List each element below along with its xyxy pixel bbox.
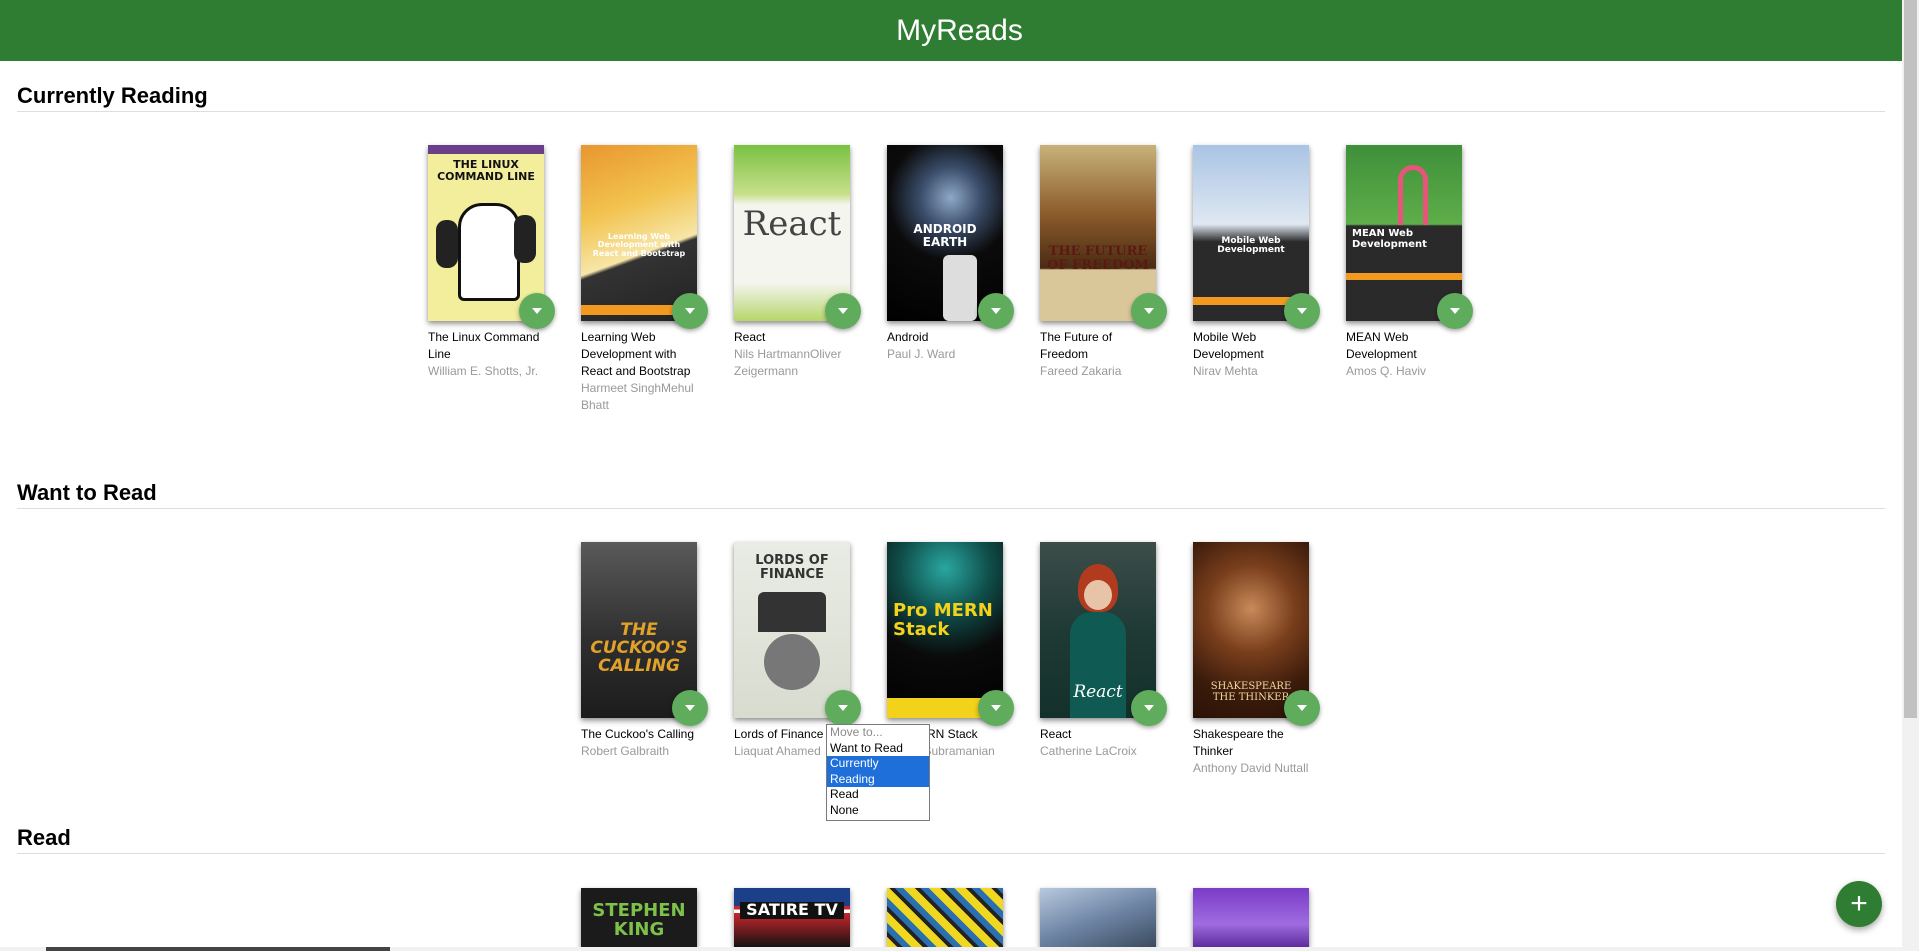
book-item: MEAN Web Development MEAN Web Developmen… [1346, 145, 1473, 380]
horizontal-scrollbar-thumb[interactable] [46, 947, 390, 951]
shelf-changer-button[interactable] [1437, 293, 1473, 329]
shelf-divider [17, 853, 1885, 854]
shelf-divider [17, 111, 1885, 112]
book-authors: Fareed Zakaria [1040, 364, 1122, 378]
book-authors: Nils HartmannOliver Zeigermann [734, 347, 842, 378]
book-cover[interactable] [1193, 888, 1309, 948]
book-item: Learning Web Development with React and … [581, 145, 708, 414]
book-authors: William E. Shotts, Jr. [428, 364, 539, 378]
book-title: Shakespeare the Thinker [1193, 727, 1284, 758]
shelf-title-currently-reading: Currently Reading [17, 83, 208, 108]
book-item: SHAKESPEARE THE THINKER Shakespeare the … [1193, 542, 1320, 777]
shelf-title-read: Read [17, 825, 71, 850]
book-cover[interactable]: Pro MERN Stack [887, 542, 1003, 718]
book-item: Mobile Web Development Mobile Web Develo… [1193, 145, 1320, 380]
book-cover[interactable]: THE FUTURE OF FREEDOM [1040, 145, 1156, 321]
book-item: React React Catherine LaCroix [1040, 542, 1167, 760]
shelf-changer-button[interactable] [672, 293, 708, 329]
shelf-title-want-to-read: Want to Read [17, 480, 157, 505]
menu-option-want-to-read[interactable]: Want to Read [827, 741, 929, 757]
book-cover[interactable]: Learning Web Development with React and … [581, 145, 697, 321]
book-item: SATIRE TV [734, 888, 854, 948]
book-item [1193, 888, 1313, 948]
shelf-changer-menu[interactable]: Move to... Want to Read Currently Readin… [826, 724, 930, 821]
book-title: Learning Web Development with React and … [581, 330, 691, 378]
book-cover[interactable] [887, 888, 1003, 948]
add-book-button[interactable]: + [1836, 881, 1882, 927]
book-cover[interactable]: ANDROID EARTH [887, 145, 1003, 321]
shelf-changer-button[interactable] [672, 690, 708, 726]
book-cover[interactable]: SATIRE TV [734, 888, 850, 948]
shelf-changer-button[interactable] [1131, 690, 1167, 726]
shelf-changer-button[interactable] [1284, 690, 1320, 726]
book-item [1040, 888, 1160, 948]
app-title: MyReads [896, 14, 1023, 47]
book-cover[interactable]: React [734, 145, 850, 321]
shelf-changer-button[interactable] [1131, 293, 1167, 329]
book-item: THE FUTURE OF FREEDOM The Future of Free… [1040, 145, 1167, 380]
menu-option-currently-reading[interactable]: Currently Reading [827, 756, 929, 787]
book-item: React React Nils HartmannOliver Zeigerma… [734, 145, 861, 380]
book-item: THE LINUX COMMAND LINE The Linux Command… [428, 145, 555, 380]
vertical-scrollbar-thumb[interactable] [1904, 0, 1917, 718]
book-cover[interactable]: STEPHEN KING [581, 888, 697, 948]
book-title: The Linux Command Line [428, 330, 540, 361]
book-title: The Cuckoo's Calling [581, 727, 695, 741]
book-authors: Amos Q. Haviv [1346, 364, 1427, 378]
app-header: MyReads [0, 0, 1919, 61]
book-cover[interactable]: React [1040, 542, 1156, 718]
book-authors: Paul J. Ward [887, 347, 956, 361]
book-cover[interactable]: THE CUCKOO'S CALLING [581, 542, 697, 718]
book-cover[interactable] [1040, 888, 1156, 948]
book-title: The Future of Freedom [1040, 330, 1113, 361]
book-cover[interactable]: MEAN Web Development [1346, 145, 1462, 321]
shelf-changer-button[interactable] [825, 293, 861, 329]
menu-option-none[interactable]: None [827, 803, 929, 819]
book-authors: Catherine LaCroix [1040, 744, 1137, 758]
horizontal-scrollbar[interactable] [0, 947, 1902, 951]
shelf-changer-button[interactable] [978, 690, 1014, 726]
book-cover[interactable]: Mobile Web Development [1193, 145, 1309, 321]
book-authors: Anthony David Nuttall [1193, 761, 1309, 775]
book-cover[interactable]: SHAKESPEARE THE THINKER [1193, 542, 1309, 718]
menu-option-read[interactable]: Read [827, 787, 929, 803]
shelf-changer-button[interactable] [1284, 293, 1320, 329]
book-title: MEAN Web Development [1346, 330, 1417, 361]
book-cover[interactable]: THE LINUX COMMAND LINE [428, 145, 544, 321]
book-title: React [1040, 727, 1072, 741]
shelf-changer-button[interactable] [978, 293, 1014, 329]
book-authors: Nirav Mehta [1193, 364, 1258, 378]
book-item: STEPHEN KING [581, 888, 701, 948]
shelf-changer-button[interactable] [519, 293, 555, 329]
book-item [887, 888, 1007, 948]
shelf-changer-button[interactable] [825, 690, 861, 726]
menu-header: Move to... [830, 725, 883, 739]
book-cover[interactable]: LORDS OF FINANCE [734, 542, 850, 718]
book-title: Mobile Web Development [1193, 330, 1264, 361]
book-title: Android [887, 330, 929, 344]
book-item: ANDROID EARTH Android Paul J. Ward [887, 145, 1014, 363]
book-title: React [734, 330, 766, 344]
book-item: THE CUCKOO'S CALLING The Cuckoo's Callin… [581, 542, 708, 760]
book-authors: Robert Galbraith [581, 744, 670, 758]
shelf-divider [17, 508, 1885, 509]
book-authors: Harmeet SinghMehul Bhatt [581, 381, 694, 412]
